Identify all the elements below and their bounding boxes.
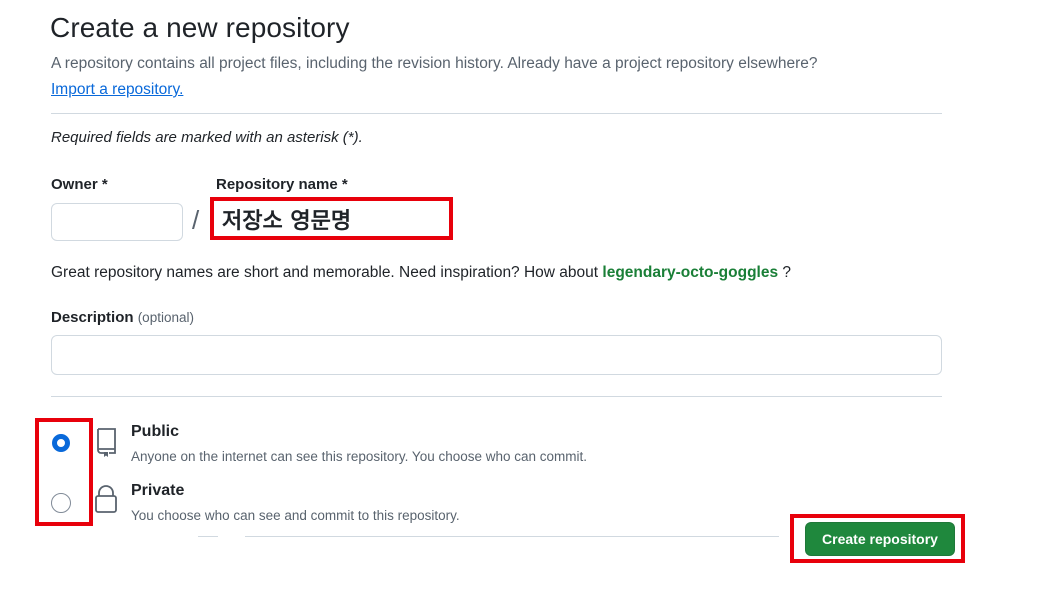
divider-top [51, 113, 942, 114]
name-hint: Great repository names are short and mem… [51, 264, 791, 282]
description-optional-tag: (optional) [137, 310, 194, 325]
divider-bottom-left [198, 536, 218, 537]
private-option-description: You choose who can see and commit to thi… [131, 508, 460, 523]
description-label-text: Description [51, 309, 134, 326]
private-option-title: Private [131, 482, 185, 499]
repository-name-input[interactable]: 저장소 영문명 [210, 197, 453, 240]
path-separator: / [192, 205, 200, 235]
public-option-title: Public [131, 423, 180, 440]
owner-label: Owner * [51, 176, 108, 193]
private-radio[interactable] [51, 493, 71, 513]
divider-bottom [245, 536, 779, 537]
repository-name-label: Repository name * [216, 176, 348, 193]
name-hint-text: Great repository names are short and mem… [51, 264, 599, 281]
required-fields-note: Required fields are marked with an aster… [51, 129, 363, 146]
repo-icon [95, 426, 119, 463]
divider-middle [51, 396, 942, 397]
lock-icon [93, 483, 119, 520]
import-repository-link[interactable]: Import a repository. [51, 81, 183, 99]
owner-value [60, 208, 170, 236]
page-title: Create a new repository [50, 12, 350, 43]
public-option-description: Anyone on the internet can see this repo… [131, 449, 588, 464]
description-label: Description (optional) [51, 309, 194, 326]
description-input[interactable] [51, 335, 942, 375]
page-subtitle: A repository contains all project files,… [51, 55, 818, 72]
create-repository-button[interactable]: Create repository [805, 522, 955, 556]
public-radio[interactable] [52, 434, 70, 452]
name-suggestion-link[interactable]: legendary-octo-goggles [602, 264, 778, 281]
name-hint-suffix: ? [778, 264, 792, 281]
repository-name-value: 저장소 영문명 [222, 208, 352, 234]
